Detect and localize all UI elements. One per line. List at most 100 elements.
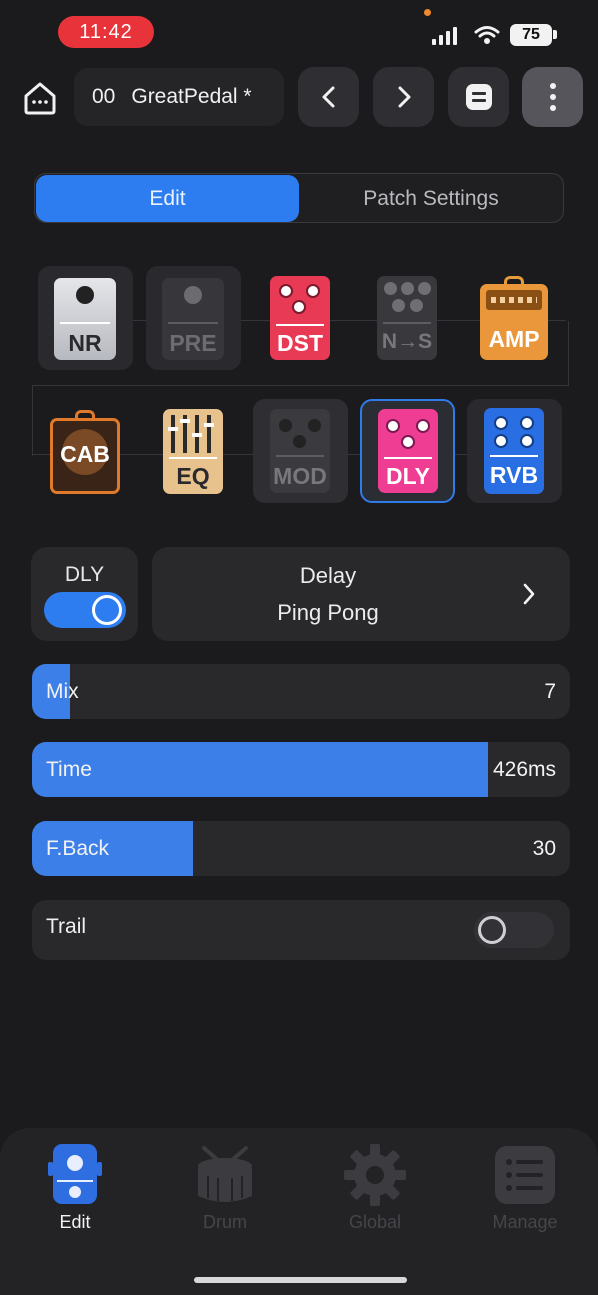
nr-pedal-knob — [76, 286, 94, 304]
eq-pedal-line — [169, 457, 217, 459]
cab-icon: CAB — [50, 418, 120, 494]
fx-label-cab: CAB — [60, 441, 110, 467]
previous-patch-button[interactable] — [298, 67, 359, 127]
fx-slot-rvb[interactable]: RVB — [467, 399, 562, 503]
battery-indicator: 75 — [510, 24, 552, 46]
bottom-tab-manage[interactable]: Manage — [470, 1144, 580, 1240]
rvb-knob-2 — [520, 416, 534, 430]
ns-knob-2 — [401, 282, 414, 295]
eq-fader-1 — [168, 427, 178, 431]
list-manage-icon — [495, 1146, 555, 1204]
mod-knob-1 — [279, 419, 292, 432]
eq-fader-2 — [180, 419, 190, 423]
rvb-knob-3 — [494, 434, 508, 448]
fx-label-ns: N→S — [381, 330, 433, 353]
mix-label: Mix — [46, 679, 79, 703]
fx-label-dst: DST — [277, 330, 323, 356]
time-slider[interactable]: Time 426ms — [32, 742, 570, 797]
dst-pedal-line — [276, 324, 324, 326]
next-patch-button[interactable] — [373, 67, 434, 127]
fx-label-eq: EQ — [176, 463, 210, 489]
wifi-icon — [474, 26, 500, 44]
amp-knob-row — [491, 297, 537, 303]
bottom-tab-edit[interactable]: Edit — [20, 1144, 130, 1240]
save-icon — [465, 84, 492, 110]
eq-fader-3 — [192, 433, 202, 437]
fx-slot-mod[interactable]: MOD — [253, 399, 348, 503]
home-button[interactable] — [22, 80, 58, 116]
signal-icon — [432, 27, 457, 45]
fx-slot-amp[interactable]: AMP — [480, 276, 548, 360]
dst-knob-2 — [306, 284, 320, 298]
effect-type-selector[interactable] — [152, 547, 570, 641]
tab-edit[interactable]: Edit — [36, 175, 299, 222]
ns-knob-5 — [410, 299, 423, 312]
bottom-tab-drum-label: Drum — [203, 1212, 247, 1232]
fx-label-dly: DLY — [386, 463, 430, 489]
more-options-button[interactable] — [522, 67, 583, 127]
fx-label-rvb: RVB — [489, 462, 539, 488]
pre-pedal-line — [168, 322, 218, 324]
fx-slot-ns[interactable]: N→S — [377, 276, 437, 360]
mix-slider[interactable]: Mix 7 — [32, 664, 570, 719]
dly-pedal-icon: DLY — [378, 409, 438, 493]
bottom-tab-drum[interactable]: Drum — [170, 1144, 280, 1240]
fx-slot-nr[interactable]: NR — [38, 266, 133, 370]
nr-pedal-line — [60, 322, 110, 324]
time-value: 426ms — [492, 757, 556, 781]
mod-knob-3 — [293, 435, 306, 448]
home-icon — [24, 82, 56, 115]
fx-label-mod: MOD — [273, 463, 327, 489]
ns-knob-4 — [392, 299, 405, 312]
ns-knob-1 — [384, 282, 397, 295]
status-time: 11:42 — [58, 16, 154, 48]
time-label: Time — [46, 757, 92, 781]
mod-pedal-line — [276, 455, 324, 457]
fx-slot-eq[interactable]: EQ — [163, 409, 223, 494]
bottom-tab-global[interactable]: Global — [320, 1144, 430, 1240]
pedal-edit-icon — [48, 1144, 102, 1204]
block-enable-toggle-knob — [92, 595, 122, 625]
save-patch-button[interactable] — [448, 67, 509, 127]
rvb-knob-4 — [520, 434, 534, 448]
dst-knob-3 — [292, 300, 306, 314]
bottom-tab-global-label: Global — [348, 1212, 402, 1232]
dly-knob-3 — [401, 435, 415, 449]
ns-pedal-line — [383, 322, 431, 324]
patch-name: GreatPedal * — [131, 85, 252, 108]
feedback-slider[interactable]: F.Back 30 — [32, 821, 570, 876]
more-vertical-icon — [549, 83, 556, 111]
trail-toggle-knob — [478, 916, 506, 944]
dly-pedal-line — [384, 457, 432, 459]
dst-knob-1 — [279, 284, 293, 298]
time-slider-fill — [32, 742, 489, 797]
patch-number: 00 — [92, 85, 116, 108]
fx-label-amp: AMP — [488, 326, 540, 352]
fx-slot-cab[interactable]: CAB — [50, 410, 120, 494]
mod-knob-2 — [308, 419, 321, 432]
gear-icon — [344, 1144, 406, 1206]
home-indicator — [194, 1277, 407, 1283]
chevron-right-icon — [523, 583, 535, 605]
feedback-label: F.Back — [46, 836, 110, 860]
fx-slot-pre[interactable]: PRE — [146, 266, 241, 370]
pre-pedal-knob — [184, 286, 202, 304]
chevron-right-icon — [398, 86, 410, 108]
dly-knob-1 — [386, 419, 400, 433]
ns-knob-3 — [418, 282, 431, 295]
mod-pedal-icon: MOD — [270, 409, 330, 493]
eq-fader-4 — [204, 423, 214, 427]
patch-selector[interactable]: 00 GreatPedal * — [74, 68, 284, 126]
dly-knob-2 — [416, 419, 430, 433]
fx-slot-dly[interactable]: DLY — [360, 399, 455, 503]
effect-model: Ping Pong — [277, 600, 379, 625]
rvb-pedal-line — [490, 455, 538, 457]
privacy-indicator — [424, 9, 431, 16]
bottom-tab-edit-label: Edit — [59, 1212, 91, 1232]
chevron-left-icon — [322, 86, 334, 108]
block-name: DLY — [64, 563, 105, 586]
fx-slot-dst[interactable]: DST — [270, 276, 330, 360]
battery-tip — [553, 30, 557, 39]
mix-value: 7 — [544, 679, 556, 703]
tab-patch-settings[interactable]: Patch Settings — [300, 175, 562, 222]
